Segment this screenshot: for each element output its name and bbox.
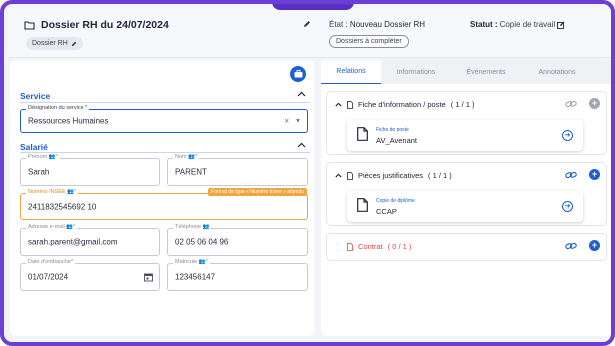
- group-header[interactable]: Pièces justificatives ( 1 / 1 ): [335, 171, 452, 180]
- arrow-right-circle-icon[interactable]: ➔: [562, 130, 573, 141]
- insee-field[interactable]: Numéro INSEE 👥* Format de type « Numéro …: [20, 188, 308, 220]
- relation-group-empty: Contrat ( 0 / 1 ) +: [326, 233, 607, 261]
- field-label: Date d'embauche*: [26, 259, 76, 265]
- title-row: Dossier RH du 24/07/2024: [24, 19, 169, 31]
- telephone-field[interactable]: Téléphone 👥 02 05 06 04 96: [167, 224, 308, 256]
- relation-card[interactable]: Fiche de poste AV_Avenant ➔: [347, 120, 583, 151]
- app-frame: Dossier RH du 24/07/2024 Dossier RH État…: [0, 0, 615, 346]
- tab-relations[interactable]: Relations: [321, 60, 381, 84]
- field-label: Numéro INSEE 👥*: [26, 189, 79, 195]
- briefcase-icon: [294, 70, 302, 78]
- date-controls: [144, 273, 153, 282]
- clear-icon[interactable]: ×: [284, 117, 289, 126]
- document-icon: [347, 100, 353, 109]
- dropdown-caret-icon[interactable]: ▼: [295, 118, 301, 124]
- section-divider: [20, 152, 310, 153]
- field-value: 123456147: [175, 272, 216, 282]
- form-panel: Service Désignation du service * Ressour…: [10, 60, 314, 336]
- folder-icon: [24, 20, 35, 30]
- plus-circle-icon[interactable]: +: [589, 98, 600, 109]
- tab-bar: Relations Informations Événements Annota…: [321, 60, 611, 84]
- document-icon: [357, 198, 368, 212]
- pencil-icon: [71, 41, 77, 46]
- chevron-up-icon[interactable]: [335, 173, 342, 178]
- card-title: CCAP: [376, 207, 397, 216]
- field-label: Adresse e-mail 👥*: [26, 224, 78, 230]
- format-warning: Format de type « Numéro Insee » attendu: [208, 188, 307, 196]
- group-title: Pièces justificatives: [358, 171, 424, 180]
- field-value: 2411832545692 10: [28, 202, 97, 211]
- group-count: ( 0 / 1 ): [387, 242, 412, 251]
- tab-annotations[interactable]: Annotations: [521, 60, 593, 84]
- dossiers-a-completer-button[interactable]: Dossiers à compléter: [329, 35, 409, 48]
- select-controls: × ▼: [284, 117, 301, 126]
- page-title: Dossier RH du 24/07/2024: [41, 19, 169, 31]
- etat-info: État : Nouveau Dossier RH: [329, 20, 425, 29]
- field-label: Nom 👥*: [173, 154, 200, 160]
- group-actions: +: [565, 169, 600, 180]
- card-subtitle: Copie de diplôme: [376, 198, 415, 204]
- group-actions: +: [565, 240, 600, 251]
- link-icon[interactable]: [565, 100, 577, 108]
- field-label: Téléphone 👥: [173, 224, 212, 230]
- pencil-icon[interactable]: [303, 20, 311, 30]
- field-label: Désignation du service *: [26, 105, 90, 111]
- statut-label: Statut :: [470, 20, 498, 29]
- relation-group: Fiche d'information / poste ( 1 / 1 ) + …: [326, 91, 607, 155]
- card-title: AV_Avenant: [376, 136, 418, 145]
- card-subtitle: Fiche de poste: [376, 127, 409, 133]
- chevron-up-icon[interactable]: [297, 142, 306, 148]
- document-icon: [347, 242, 353, 251]
- statut-info: Statut : Copie de travail: [470, 20, 565, 29]
- field-value: Sarah: [28, 167, 50, 177]
- group-count: ( 1 / 1 ): [428, 171, 452, 180]
- prenom-field[interactable]: Prénom 👥* Sarah: [20, 154, 160, 186]
- tab-informations[interactable]: Informations: [381, 60, 451, 84]
- field-value: 02 05 06 04 96: [175, 237, 229, 247]
- group-header[interactable]: Contrat ( 0 / 1 ): [335, 242, 411, 251]
- group-title: Contrat: [358, 242, 383, 251]
- designation-select[interactable]: Désignation du service * Ressources Huma…: [20, 105, 308, 133]
- arrow-right-circle-icon[interactable]: ➔: [562, 201, 573, 212]
- field-value: 01/07/2024: [28, 272, 69, 282]
- plus-circle-icon[interactable]: +: [589, 240, 600, 251]
- statut-value: Copie de travail: [499, 20, 556, 29]
- top-notch: [272, 4, 354, 10]
- tab-evenements[interactable]: Événements: [451, 60, 521, 84]
- document-icon: [347, 171, 353, 180]
- group-actions: +: [565, 98, 600, 109]
- matricule-field[interactable]: Matricule 👥* 123456147: [167, 259, 308, 291]
- chevron-up-icon[interactable]: [297, 91, 306, 97]
- group-header[interactable]: Fiche d'information / poste ( 1 / 1 ): [335, 100, 475, 109]
- link-icon[interactable]: [565, 171, 577, 179]
- calendar-icon[interactable]: [144, 273, 153, 282]
- dossier-header: Dossier RH du 24/07/2024 Dossier RH État…: [8, 8, 611, 58]
- relation-group: Pièces justificatives ( 1 / 1 ) + Copie …: [326, 162, 607, 226]
- etat-value: Nouveau Dossier RH: [349, 20, 426, 29]
- tag-label: Dossier RH: [32, 40, 68, 47]
- field-value: Ressources Humaines: [28, 116, 109, 126]
- document-icon: [357, 127, 368, 141]
- plus-circle-icon[interactable]: +: [589, 169, 600, 180]
- service-section-title: Service: [20, 91, 51, 101]
- dossier-type-tag[interactable]: Dossier RH: [26, 37, 83, 50]
- etat-label: État :: [329, 20, 348, 29]
- field-label: Matricule 👥*: [173, 259, 210, 265]
- link-icon[interactable]: [565, 242, 577, 250]
- relation-card[interactable]: Copie de diplôme CCAP ➔: [347, 191, 583, 222]
- field-value: sarah.parent@gmail.com: [28, 237, 118, 247]
- email-field[interactable]: Adresse e-mail 👥* sarah.parent@gmail.com: [20, 224, 160, 256]
- nom-field[interactable]: Nom 👥* PARENT: [167, 154, 308, 186]
- edit-square-icon[interactable]: [557, 21, 565, 29]
- group-count: ( 1 / 1 ): [450, 100, 475, 109]
- field-value: PARENT: [175, 167, 207, 177]
- relations-panel: Relations Informations Événements Annota…: [321, 60, 611, 336]
- salarie-section-title: Salarié: [20, 142, 48, 152]
- chevron-up-icon[interactable]: [335, 102, 342, 107]
- section-divider: [20, 102, 310, 103]
- briefcase-button[interactable]: [290, 66, 306, 82]
- group-title: Fiche d'information / poste: [358, 100, 446, 109]
- date-embauche-field[interactable]: Date d'embauche* 01/07/2024: [20, 259, 160, 291]
- field-label: Prénom 👥*: [26, 154, 60, 160]
